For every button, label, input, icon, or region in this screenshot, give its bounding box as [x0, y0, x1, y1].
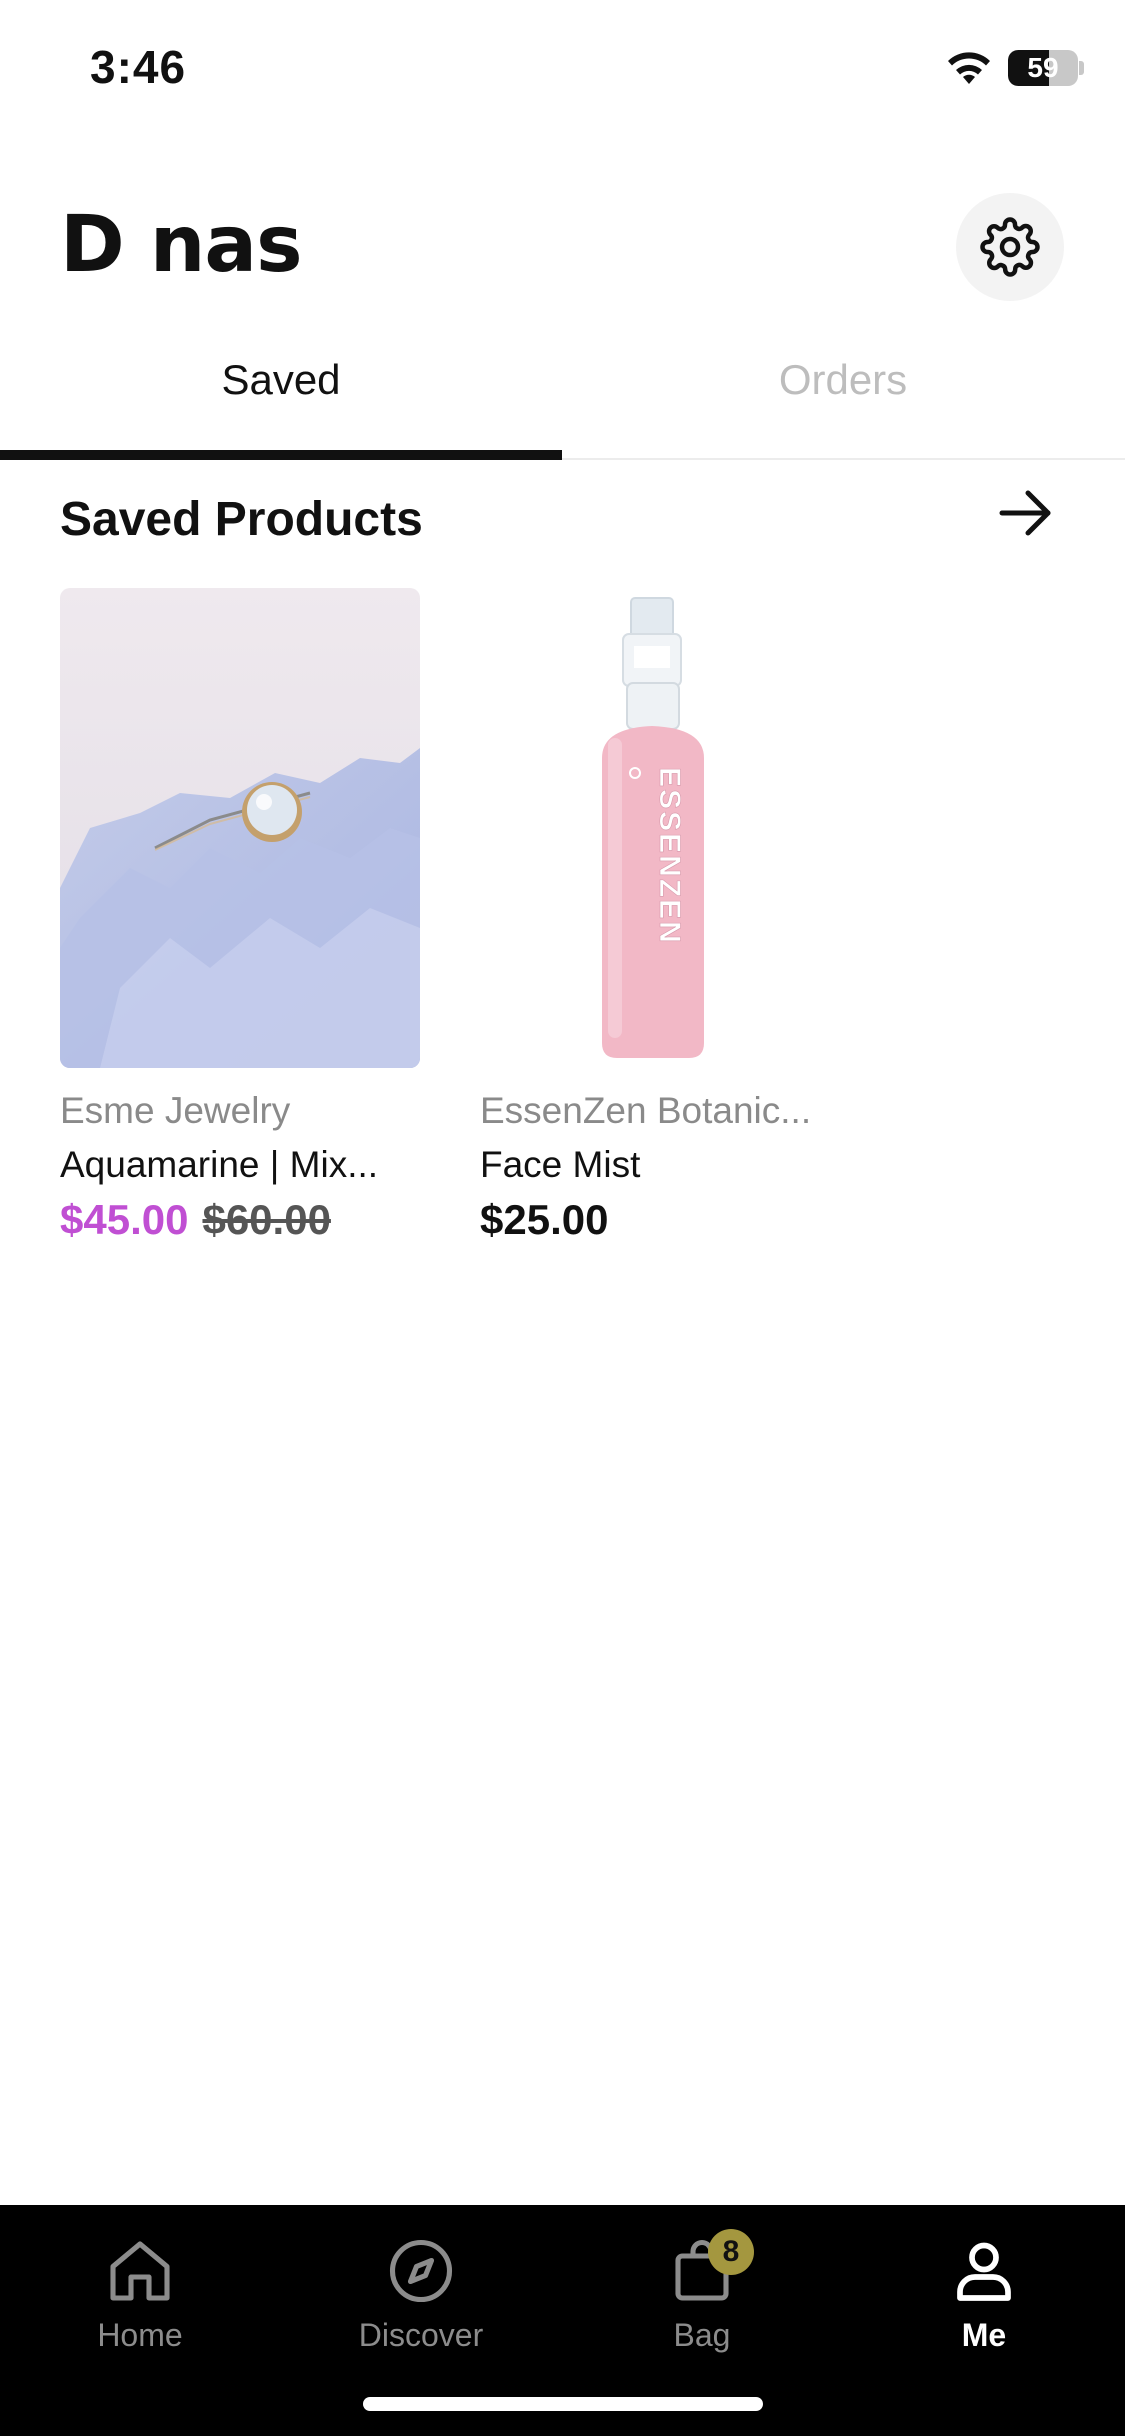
battery-icon: 59 [1008, 50, 1078, 86]
price-row: $25.00 [480, 1196, 840, 1244]
product-name: Aquamarine | Mix... [60, 1144, 379, 1185]
product-card[interactable]: ESSENZEN EssenZen Botanic... Face Mist $… [480, 588, 840, 1244]
bag-count-badge: 8 [708, 2229, 754, 2275]
nav-bag-label: Bag [673, 2317, 731, 2353]
home-indicator[interactable] [363, 2397, 763, 2411]
status-bar: 3:46 59 [0, 0, 1125, 140]
face-mist-bottle-image: ESSENZEN [480, 588, 840, 1068]
page-title: D nas [60, 200, 302, 290]
nav-me-label: Me [961, 2317, 1007, 2353]
settings-button[interactable] [956, 193, 1064, 301]
nav-bag[interactable]: 8 Bag [602, 2229, 802, 2354]
price-row: $45.00 $60.00 [60, 1196, 420, 1244]
person-icon [957, 2242, 1011, 2301]
product-image[interactable] [60, 588, 420, 1068]
nav-discover[interactable]: Discover [321, 2235, 521, 2354]
battery-cap [1079, 61, 1084, 75]
status-time: 3:46 [90, 41, 187, 93]
product-image[interactable]: ESSENZEN [480, 588, 840, 1068]
active-tab-indicator [0, 450, 562, 460]
tab-orders[interactable]: Orders [562, 338, 1124, 448]
ring-image [60, 588, 420, 1068]
original-price: $60.00 [202, 1196, 331, 1243]
tab-saved[interactable]: Saved [0, 338, 562, 448]
nav-discover-label: Discover [358, 2317, 484, 2353]
product-brand: EssenZen Botanic... [480, 1090, 812, 1131]
bottle-label: ESSENZEN [653, 767, 686, 945]
product-brand: Esme Jewelry [60, 1090, 291, 1131]
product-price: $25.00 [480, 1196, 609, 1243]
nav-me[interactable]: Me [884, 2235, 1084, 2354]
arrow-right-icon[interactable] [996, 486, 1056, 540]
nav-home[interactable]: Home [40, 2235, 240, 2354]
tab-bar: Saved Orders [0, 338, 1125, 460]
product-name: Face Mist [480, 1144, 641, 1185]
gear-icon [980, 217, 1040, 277]
nav-home-label: Home [97, 2317, 183, 2353]
battery-level: 59 [1027, 52, 1059, 83]
product-card[interactable]: Esme Jewelry Aquamarine | Mix... $45.00 $… [60, 588, 420, 1244]
sale-price: $45.00 [60, 1196, 189, 1243]
compass-icon [389, 2239, 453, 2303]
section-title: Saved Products [60, 493, 423, 546]
wifi-icon [948, 52, 990, 84]
home-icon [110, 2241, 170, 2301]
